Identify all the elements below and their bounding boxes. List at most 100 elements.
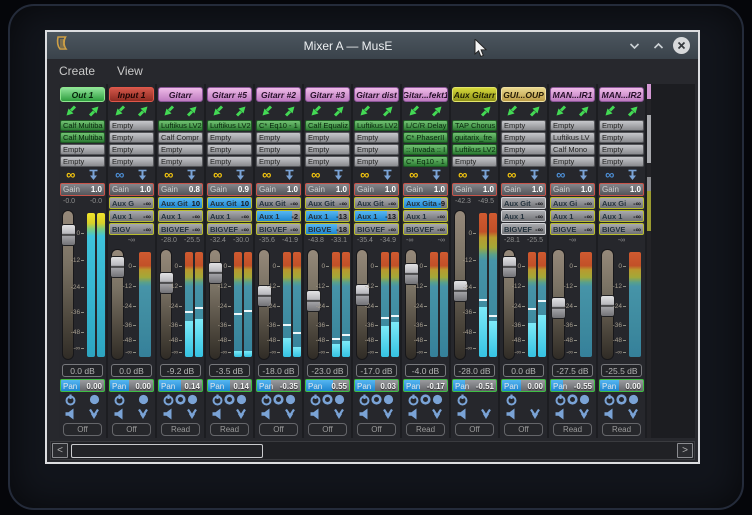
automation-mode-button[interactable]: Off — [504, 423, 543, 436]
aux-send[interactable]: Aux 1-∞ — [599, 210, 644, 222]
pan-control[interactable]: Pan-0.35 — [256, 379, 301, 392]
automation-mode-button[interactable]: Off — [455, 423, 494, 436]
effect-slot[interactable]: Luftikus LV2 — [452, 144, 497, 155]
gain-control[interactable]: Gain1.0 — [354, 183, 399, 196]
aux-send[interactable]: Aux G-∞ — [109, 197, 154, 209]
stereo-toggle-icon[interactable]: ∞ — [262, 169, 271, 180]
record-button[interactable] — [567, 394, 578, 407]
fader-db-value[interactable]: -3.5 dB — [209, 364, 250, 377]
record-button[interactable] — [273, 394, 284, 407]
monitor-arrows-button[interactable] — [431, 408, 443, 420]
aux-send[interactable]: BIGVE-∞ — [550, 223, 595, 235]
gain-control[interactable]: Gain1.0 — [60, 183, 105, 196]
effect-slot[interactable]: Empty — [550, 120, 595, 131]
stereo-toggle-icon[interactable]: ∞ — [605, 169, 614, 180]
solo-button[interactable] — [334, 394, 345, 407]
effect-slot[interactable]: Empty — [60, 156, 105, 167]
automation-mode-button[interactable]: Read — [210, 423, 249, 436]
gain-control[interactable]: Gain1.0 — [256, 183, 301, 196]
output-routing-arrow-icon[interactable] — [186, 105, 198, 117]
routing-down-icon[interactable] — [480, 169, 491, 181]
power-button[interactable] — [359, 394, 370, 407]
fader-db-value[interactable]: -25.5 dB — [601, 364, 642, 377]
solo-button[interactable] — [579, 394, 590, 407]
effect-slot[interactable]: Empty — [207, 144, 252, 155]
output-routing-arrow-icon[interactable] — [235, 105, 247, 117]
effect-slot[interactable]: Empty — [256, 144, 301, 155]
track-name-button[interactable]: Aux Gitarr — [452, 87, 497, 102]
aux-send[interactable]: Aux Gi-∞ — [550, 197, 595, 209]
power-button[interactable] — [114, 394, 125, 407]
aux-send[interactable]: Aux Git10 — [158, 197, 203, 209]
monitor-arrows-button[interactable] — [480, 408, 492, 420]
output-routing-arrow-icon[interactable] — [627, 105, 639, 117]
effect-slot[interactable]: Empty — [60, 144, 105, 155]
fader-db-value[interactable]: -23.0 dB — [307, 364, 348, 377]
mute-speaker-button[interactable] — [310, 408, 319, 420]
pan-control[interactable]: Pan0.14 — [158, 379, 203, 392]
pan-control[interactable]: Pan-0.55 — [550, 379, 595, 392]
solo-button[interactable] — [628, 394, 639, 407]
power-button[interactable] — [163, 394, 174, 407]
input-routing-arrow-icon[interactable] — [114, 105, 126, 117]
routing-down-icon[interactable] — [186, 169, 197, 181]
input-routing-arrow-icon[interactable] — [604, 105, 616, 117]
effect-slot[interactable]: C* Eq10 - 1 — [403, 156, 448, 167]
power-button[interactable] — [212, 394, 223, 407]
record-button[interactable] — [371, 394, 382, 407]
gain-control[interactable]: Gain1.0 — [452, 183, 497, 196]
stereo-toggle-icon[interactable]: ∞ — [66, 169, 75, 180]
fader-db-value[interactable]: 0.0 dB — [503, 364, 544, 377]
volume-fader-knob[interactable] — [110, 256, 125, 278]
power-button[interactable] — [457, 394, 468, 407]
maximize-button[interactable] — [649, 37, 667, 55]
output-routing-arrow-icon[interactable] — [431, 105, 443, 117]
routing-down-icon[interactable] — [529, 169, 540, 181]
aux-send[interactable]: BIGVEF-∞ — [501, 223, 546, 235]
effect-slot[interactable]: Empty — [599, 156, 644, 167]
scroll-right-button[interactable]: > — [677, 443, 693, 458]
effect-slot[interactable]: Calf Equaliz — [305, 120, 350, 131]
automation-mode-button[interactable]: Read — [406, 423, 445, 436]
effect-slot[interactable]: Empty — [501, 120, 546, 131]
aux-send[interactable]: BIGVE-∞ — [599, 223, 644, 235]
effect-slot[interactable]: guitarix_fre — [452, 132, 497, 143]
monitor-arrows-button[interactable] — [284, 408, 296, 420]
titlebar[interactable]: Mixer A — MusE — [47, 32, 698, 59]
track-name-button[interactable]: Out 1 — [60, 87, 105, 102]
power-button[interactable] — [65, 394, 76, 407]
effect-slot[interactable]: Calf Mono — [550, 144, 595, 155]
output-routing-arrow-icon[interactable] — [284, 105, 296, 117]
close-button[interactable] — [673, 37, 690, 54]
monitor-arrows-button[interactable] — [529, 408, 541, 420]
scroll-thumb[interactable] — [71, 444, 263, 458]
fader-db-value[interactable]: -28.0 dB — [454, 364, 495, 377]
aux-send[interactable]: Aux 1-13 — [305, 210, 350, 222]
fader-db-value[interactable]: -17.0 dB — [356, 364, 397, 377]
routing-down-icon[interactable] — [382, 169, 393, 181]
monitor-arrows-button[interactable] — [88, 408, 100, 420]
solo-button[interactable] — [187, 394, 198, 407]
solo-button[interactable] — [138, 394, 149, 407]
stereo-toggle-icon[interactable]: ∞ — [213, 169, 222, 180]
stereo-toggle-icon[interactable]: ∞ — [409, 169, 418, 180]
gain-control[interactable]: Gain1.0 — [501, 183, 546, 196]
effect-slot[interactable]: Empty — [599, 132, 644, 143]
output-routing-arrow-icon[interactable] — [529, 105, 541, 117]
track-name-button[interactable]: Gitar...fekt1 — [403, 87, 448, 102]
pan-control[interactable]: Pan0.00 — [60, 379, 105, 392]
gain-control[interactable]: Gain0.9 — [207, 183, 252, 196]
aux-send[interactable]: Aux Gita-9 — [403, 197, 448, 209]
pan-control[interactable]: Pan-0.17 — [403, 379, 448, 392]
gain-control[interactable]: Gain0.8 — [158, 183, 203, 196]
gain-control[interactable]: Gain1.0 — [305, 183, 350, 196]
output-routing-arrow-icon[interactable] — [578, 105, 590, 117]
mute-speaker-button[interactable] — [555, 408, 564, 420]
aux-send[interactable]: BIGVE-18 — [305, 223, 350, 235]
effect-slot[interactable]: C* Eq10 - 1 — [256, 120, 301, 131]
effect-slot[interactable]: Empty — [501, 156, 546, 167]
input-routing-arrow-icon[interactable] — [212, 105, 224, 117]
stereo-toggle-icon[interactable]: ∞ — [360, 169, 369, 180]
effect-slot[interactable]: Empty — [501, 144, 546, 155]
horizontal-scrollbar[interactable]: < > — [50, 441, 695, 460]
